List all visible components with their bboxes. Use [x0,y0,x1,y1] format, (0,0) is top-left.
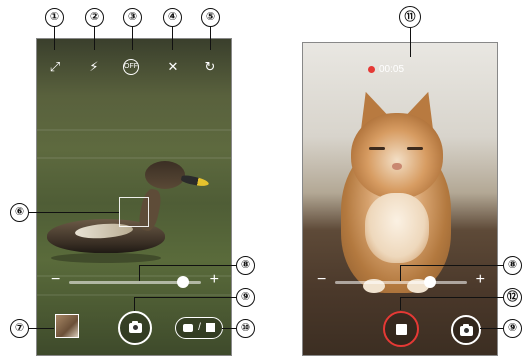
stop-recording-button[interactable] [383,311,419,347]
zoom-slider[interactable]: − + [51,272,219,289]
zoom-in-button[interactable]: + [210,272,219,288]
camera-guide-figure: ⤢ ⚡ OFF ✕ ↻ − + / 00:05 − + ① ② ③ ④ ⑤ ⑥ … [0,0,527,360]
toggle-separator: / [198,322,201,333]
water-ripple [37,129,231,131]
zoom-track[interactable] [69,276,201,288]
recording-timer: 00:05 [379,64,405,75]
leader-line [400,297,503,298]
water-ripple [37,294,231,296]
switch-camera-icon[interactable]: ↻ [202,59,218,75]
leader-line [139,265,236,266]
zoom-thumb[interactable] [176,276,189,288]
callout-10: ⑩ [236,319,255,338]
duck-reflection [51,253,161,263]
recording-indicator [368,66,375,73]
video-icon [205,323,215,332]
leader-line [139,265,140,281]
camera-icon [460,324,473,336]
leader-line [400,297,401,310]
stop-icon [396,324,407,335]
water-ripple [37,157,231,159]
cat-eye [407,147,423,150]
callout-11: ⑪ [399,6,421,28]
leader-line [222,328,236,329]
leader-line [210,27,211,50]
shutter-icon [129,321,142,333]
callout-6: ⑥ [10,203,29,222]
leader-line [410,28,411,57]
camera-icon [183,323,194,332]
zoom-track[interactable] [335,276,467,288]
flash-icon[interactable]: ⚡ [86,59,102,75]
last-photo-thumbnail[interactable] [55,314,79,338]
photo-video-toggle[interactable]: / [175,317,223,339]
leader-line [94,27,95,50]
zoom-slider[interactable]: − + [317,272,485,289]
duck-beak [180,174,210,188]
leader-line [400,265,401,281]
leader-line [54,27,55,50]
leader-line [480,328,503,329]
self-timer-icon[interactable]: OFF [123,59,139,75]
zoom-thumb[interactable] [424,276,437,288]
callout-5: ⑤ [201,8,220,27]
leader-line [132,27,133,50]
leader-line [172,27,173,50]
zoom-out-button[interactable]: − [317,272,326,288]
capture-still-button[interactable] [451,315,481,345]
leader-line [134,297,135,311]
focus-frame[interactable] [119,197,149,227]
callout-2: ② [85,8,104,27]
cat-nose [392,163,402,170]
zoom-in-button[interactable]: + [476,272,485,288]
callout-9: ⑨ [236,288,255,307]
leader-line [29,328,54,329]
leader-line [134,297,236,298]
duck-head [145,161,185,189]
cat-eye [369,147,385,150]
callout-9b: ⑨ [503,319,522,338]
callout-4: ④ [163,8,182,27]
callout-7: ⑦ [10,319,29,338]
callout-8b: ⑧ [503,256,522,275]
shutter-button[interactable] [118,311,152,345]
light-icon[interactable]: ✕ [165,59,181,75]
callout-8: ⑧ [236,256,255,275]
callout-3: ③ [123,8,142,27]
leader-line [400,265,503,266]
callout-1: ① [45,8,64,27]
cat-chest [365,193,429,263]
zoom-out-button[interactable]: − [51,272,60,288]
callout-12: ⑫ [503,288,522,307]
leader-line [29,212,119,213]
switch-mode-icon[interactable]: ⤢ [47,59,63,75]
cat-head [351,113,443,199]
